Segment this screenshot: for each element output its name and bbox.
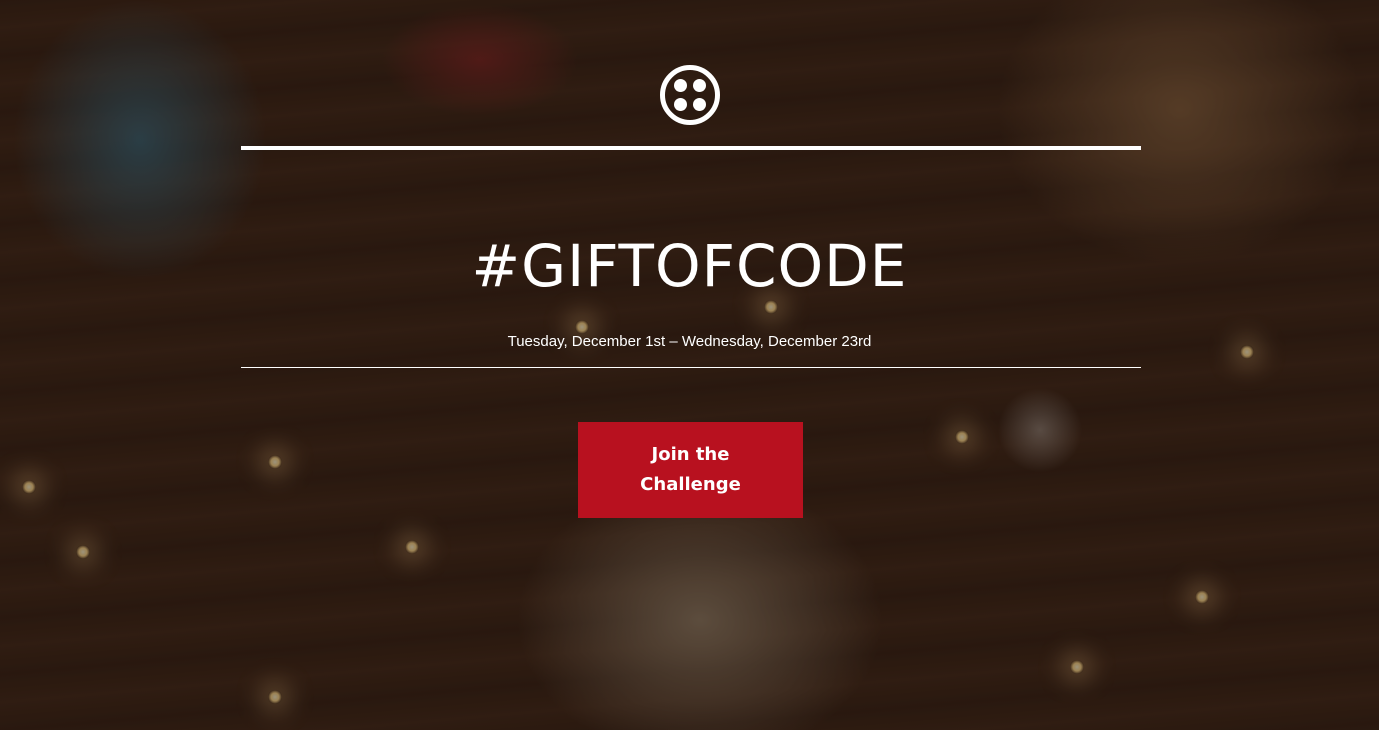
bottom-divider	[241, 367, 1141, 368]
join-challenge-button[interactable]: Join the Challenge	[578, 422, 803, 518]
twilio-logo-icon[interactable]	[660, 65, 720, 125]
date-range: Tuesday, December 1st – Wednesday, Decem…	[507, 333, 872, 350]
logo-dot	[674, 79, 687, 92]
logo-dot	[674, 98, 687, 111]
logo-dot	[693, 98, 706, 111]
page-title: #GIFTOFCODE	[471, 232, 908, 300]
top-divider	[241, 146, 1141, 150]
hero: #GIFTOFCODE Tuesday, December 1st – Wedn…	[0, 0, 1379, 730]
logo-dot	[693, 79, 706, 92]
